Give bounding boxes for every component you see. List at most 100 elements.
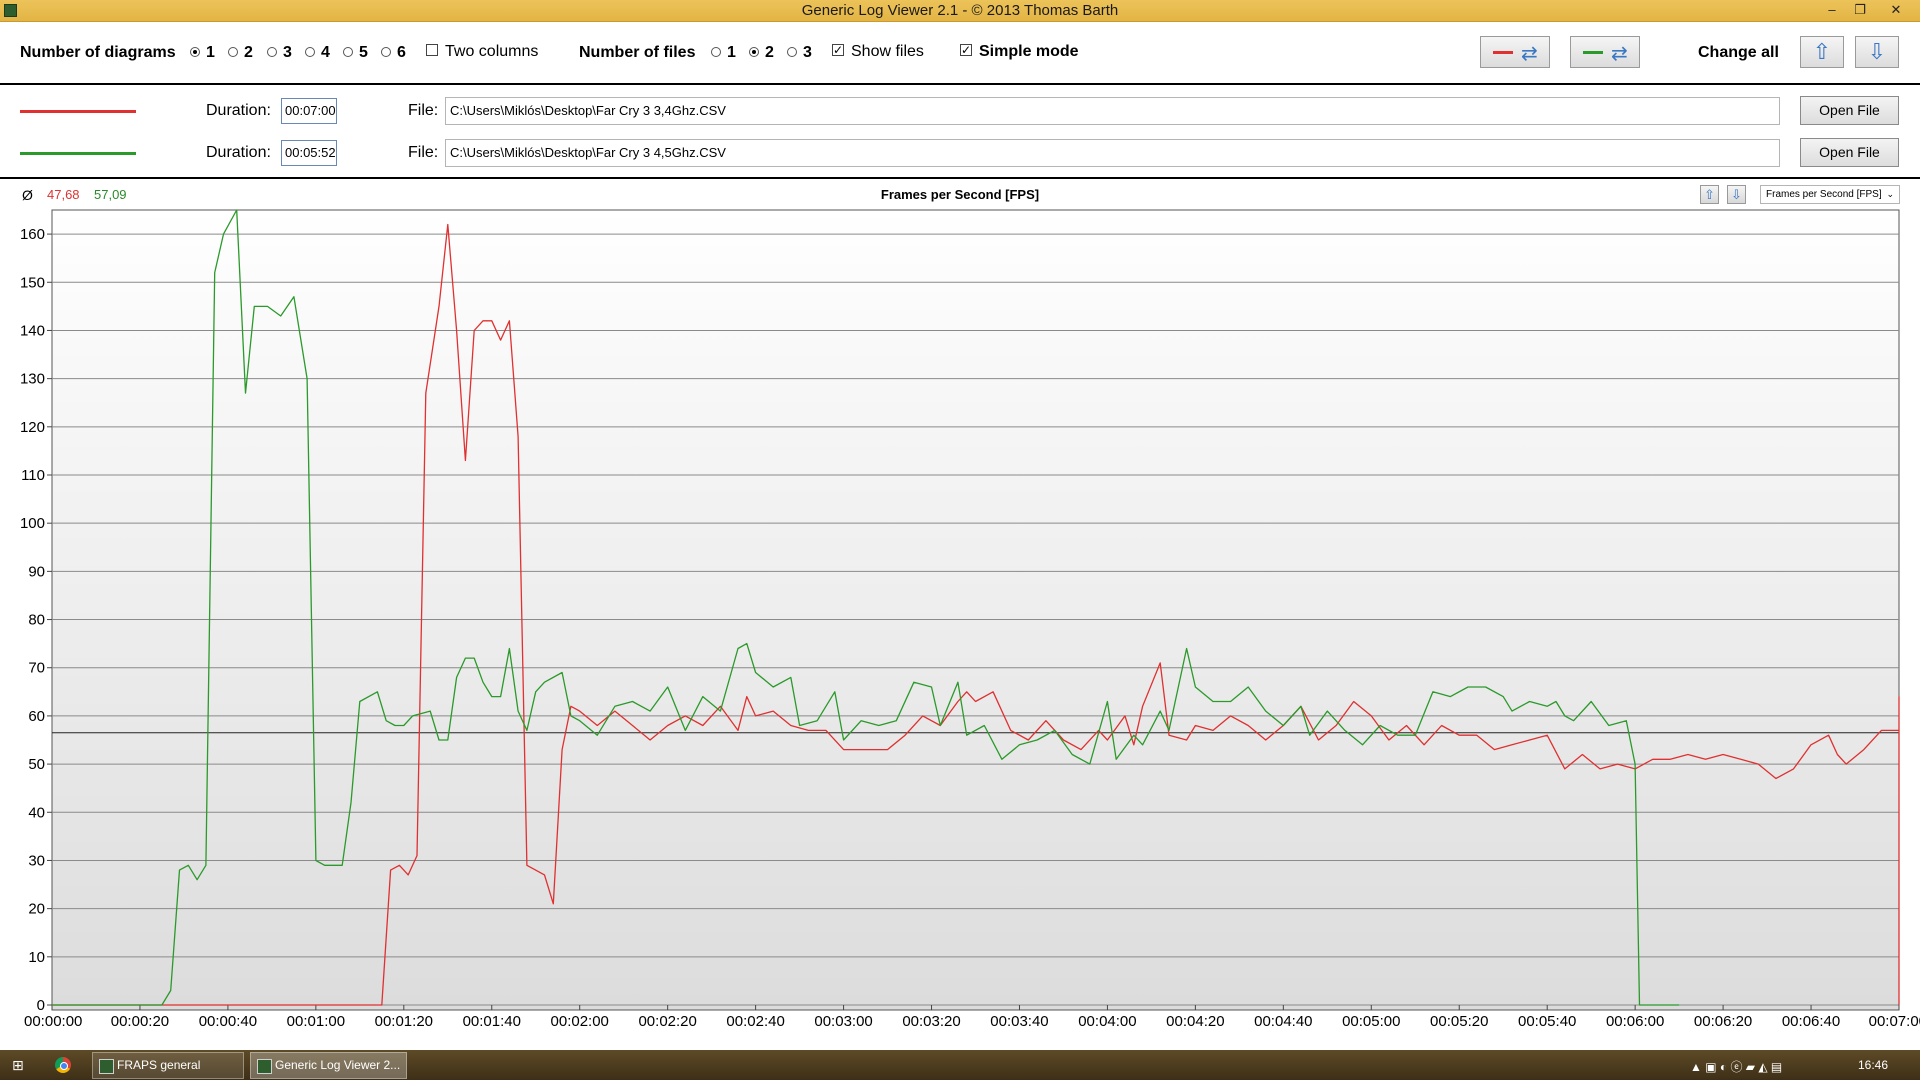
chrome-icon[interactable] <box>55 1057 71 1073</box>
y-tick-label: 10 <box>28 949 45 966</box>
y-axis-ticks: 0 10 20 30 40 50 60 70 80 90 100 110 120 130 140 150 160 <box>20 226 52 1014</box>
files-radio-2-label: 2 <box>765 44 774 61</box>
diagrams-radio-4[interactable] <box>305 47 315 57</box>
files-radio-1[interactable] <box>711 47 721 57</box>
y-tick-label: 120 <box>20 419 45 436</box>
file-1-path-field[interactable]: C:\Users\Miklós\Desktop\Far Cry 3 3,4Ghz… <box>445 97 1780 125</box>
swap-red-file-button[interactable]: ⇄ <box>1480 36 1550 68</box>
x-tick-label: 00:02:20 <box>638 1013 696 1030</box>
diagrams-radio-1-label: 1 <box>206 44 215 61</box>
diagrams-radio-4-label: 4 <box>321 44 330 61</box>
file-2-path-field[interactable]: C:\Users\Miklós\Desktop\Far Cry 3 4,5Ghz… <box>445 139 1780 167</box>
diagrams-radio-6-label: 6 <box>397 44 406 61</box>
file-1-open-button[interactable]: Open File <box>1800 96 1899 125</box>
x-tick-label: 00:06:40 <box>1782 1013 1840 1030</box>
x-tick-label: 00:00:20 <box>111 1013 169 1030</box>
task-label: FRAPS general <box>117 1058 201 1072</box>
x-tick-label: 00:06:20 <box>1694 1013 1752 1030</box>
two-columns-label: Two columns <box>445 43 539 60</box>
x-tick-label: 00:02:40 <box>726 1013 784 1030</box>
chevron-down-icon: ⌄ <box>1886 189 1894 199</box>
change-all-down-button[interactable]: ⇩ <box>1855 36 1899 68</box>
simple-mode-checkbox[interactable]: ✓ <box>960 44 972 56</box>
y-tick-label: 160 <box>20 226 45 243</box>
start-icon[interactable]: ⊞ <box>12 1058 26 1072</box>
x-tick-label: 00:03:00 <box>814 1013 872 1030</box>
file-1-duration-label: Duration: <box>206 102 271 119</box>
cycle-icon: ⇄ <box>1611 43 1628 65</box>
file-1-file-label: File: <box>408 102 439 119</box>
maximize-button[interactable]: ❐ <box>1846 0 1874 20</box>
x-tick-label: 00:01:00 <box>287 1013 345 1030</box>
y-tick-label: 150 <box>20 274 45 291</box>
window-titlebar: Generic Log Viewer 2.1 - © 2013 Thomas B… <box>0 0 1920 22</box>
chart-title: Frames per Second [FPS] <box>880 187 1040 202</box>
x-tick-label: 00:03:40 <box>990 1013 1048 1030</box>
chart-up-button[interactable]: ⇧ <box>1700 185 1719 204</box>
cycle-icon: ⇄ <box>1521 43 1538 65</box>
y-tick-label: 40 <box>28 804 45 821</box>
diagrams-label: Number of diagrams <box>20 44 176 61</box>
system-tray-icons[interactable]: ▲ ▣ ◐ ⓔ ▰ ◭ ▤ <box>1690 1058 1782 1075</box>
y-tick-label: 0 <box>37 997 45 1014</box>
diagrams-radio-5-label: 5 <box>359 44 368 61</box>
x-tick-label: 00:04:20 <box>1166 1013 1224 1030</box>
diagrams-radio-2[interactable] <box>228 47 238 57</box>
files-panel: Duration: 00:07:00 File: C:\Users\Miklós… <box>0 85 1920 179</box>
y-tick-label: 140 <box>20 322 45 339</box>
files-radio-3-label: 3 <box>803 44 812 61</box>
diagrams-radio-3[interactable] <box>267 47 277 57</box>
x-tick-label: 00:02:00 <box>551 1013 609 1030</box>
metric-select[interactable]: Frames per Second [FPS] ⌄ <box>1760 185 1900 204</box>
x-tick-label: 00:05:20 <box>1430 1013 1488 1030</box>
metric-select-value: Frames per Second [FPS] <box>1766 189 1882 200</box>
diagrams-radio-3-label: 3 <box>283 44 292 61</box>
toolbar: Number of diagrams 1 2 3 4 5 6 Two colum… <box>0 22 1920 85</box>
two-columns-checkbox[interactable] <box>426 44 438 56</box>
task-label: Generic Log Viewer 2... <box>275 1058 401 1072</box>
y-tick-label: 60 <box>28 708 45 725</box>
task-generic-log-viewer[interactable]: Generic Log Viewer 2... <box>250 1052 407 1079</box>
show-files-checkbox[interactable]: ✓ <box>832 44 844 56</box>
diagrams-radio-2-label: 2 <box>244 44 253 61</box>
close-button[interactable]: ✕ <box>1878 0 1914 20</box>
x-tick-label: 00:01:20 <box>375 1013 433 1030</box>
file-2-open-button[interactable]: Open File <box>1800 138 1899 167</box>
fraps-icon <box>99 1059 114 1074</box>
file-2-duration-label: Duration: <box>206 144 271 161</box>
swap-green-file-button[interactable]: ⇄ <box>1570 36 1640 68</box>
change-all-label: Change all <box>1698 44 1779 61</box>
x-tick-label: 00:07:00 <box>1869 1013 1920 1030</box>
task-fraps-general[interactable]: FRAPS general <box>92 1052 244 1079</box>
red-dash-icon <box>1493 51 1513 54</box>
x-tick-label: 00:05:00 <box>1342 1013 1400 1030</box>
y-tick-label: 30 <box>28 852 45 869</box>
diagrams-radio-5[interactable] <box>343 47 353 57</box>
taskbar: ⊞ FRAPS general Generic Log Viewer 2... … <box>0 1050 1920 1080</box>
file-1-duration-field[interactable]: 00:07:00 <box>281 98 337 124</box>
y-tick-label: 130 <box>20 371 45 388</box>
x-tick-label: 00:03:20 <box>902 1013 960 1030</box>
file-2-duration-field[interactable]: 00:05:52 <box>281 140 337 166</box>
files-radio-3[interactable] <box>787 47 797 57</box>
minimize-button[interactable]: – <box>1818 0 1846 20</box>
x-tick-label: 00:00:00 <box>24 1013 82 1030</box>
window-title: Generic Log Viewer 2.1 - © 2013 Thomas B… <box>801 2 1119 19</box>
simple-mode-label: Simple mode <box>979 43 1079 60</box>
file-1-legend-line <box>20 110 136 113</box>
y-tick-label: 90 <box>28 563 45 580</box>
files-radio-2[interactable] <box>749 47 759 57</box>
x-tick-label: 00:06:00 <box>1606 1013 1664 1030</box>
diagrams-radio-6[interactable] <box>381 47 391 57</box>
x-tick-label: 00:00:40 <box>199 1013 257 1030</box>
x-tick-label: 00:01:40 <box>463 1013 521 1030</box>
diagrams-radio-1[interactable] <box>190 47 200 57</box>
chart-down-button[interactable]: ⇩ <box>1727 185 1746 204</box>
file-2-legend-line <box>20 152 136 155</box>
x-tick-label: 00:04:00 <box>1078 1013 1136 1030</box>
change-all-up-button[interactable]: ⇧ <box>1800 36 1844 68</box>
files-label: Number of files <box>579 44 696 61</box>
y-tick-label: 80 <box>28 612 45 629</box>
y-tick-label: 100 <box>20 515 45 532</box>
x-tick-label: 00:05:40 <box>1518 1013 1576 1030</box>
